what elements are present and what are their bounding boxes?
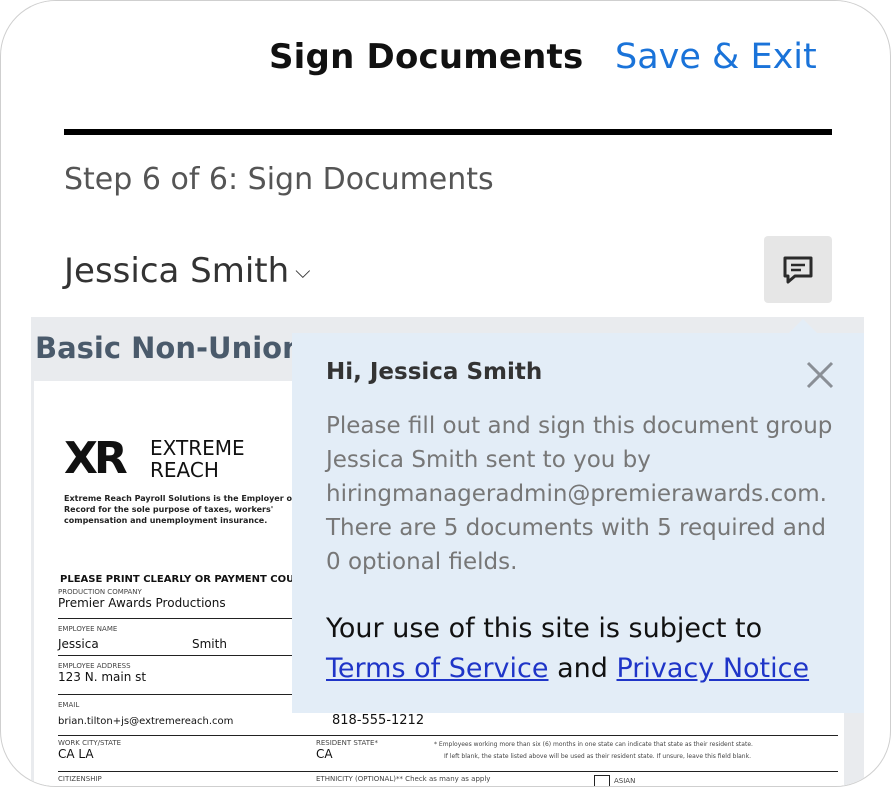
save-exit-button[interactable]: Save & Exit bbox=[615, 37, 817, 77]
signer-selector[interactable]: Jessica Smith ⌵ bbox=[64, 251, 310, 291]
document-title: Basic Non-Union bbox=[35, 331, 303, 365]
privacy-notice-link[interactable]: Privacy Notice bbox=[616, 653, 809, 684]
welcome-popover: Hi, Jessica Smith Please fill out and si… bbox=[292, 333, 864, 713]
chat-button[interactable] bbox=[764, 236, 832, 303]
signer-name: Jessica Smith bbox=[64, 251, 290, 291]
close-button[interactable] bbox=[802, 357, 838, 393]
popover-message: Please fill out and sign this document g… bbox=[326, 413, 833, 575]
field-work-city-state[interactable]: WORK CITY/STATE CA LA RESIDENT STATE* CA… bbox=[58, 739, 838, 772]
page-title: Sign Documents bbox=[269, 37, 584, 77]
step-indicator: Step 6 of 6: Sign Documents bbox=[64, 162, 494, 197]
chat-bubble-icon bbox=[783, 256, 813, 283]
asian-checkbox[interactable] bbox=[594, 775, 610, 786]
app-frame: Sign Documents Save & Exit Step 6 of 6: … bbox=[0, 0, 891, 787]
popover-arrow bbox=[789, 319, 817, 333]
employer-note: Extreme Reach Payroll Solutions is the E… bbox=[64, 494, 296, 525]
close-icon bbox=[806, 361, 834, 389]
terms-of-service-link[interactable]: Terms of Service bbox=[326, 653, 549, 684]
print-heading: PLEASE PRINT CLEARLY OR PAYMENT COU bbox=[60, 574, 295, 585]
field-citizenship[interactable]: CITIZENSHIP ETHNICITY (OPTIONAL)** Check… bbox=[58, 775, 838, 786]
popover-greeting: Hi, Jessica Smith bbox=[326, 359, 543, 385]
terms-notice: Your use of this site is subject to Term… bbox=[326, 613, 810, 684]
chevron-down-icon: ⌵ bbox=[295, 259, 311, 283]
header-divider bbox=[64, 129, 832, 135]
field-resident-state[interactable]: RESIDENT STATE* CA bbox=[316, 739, 378, 761]
